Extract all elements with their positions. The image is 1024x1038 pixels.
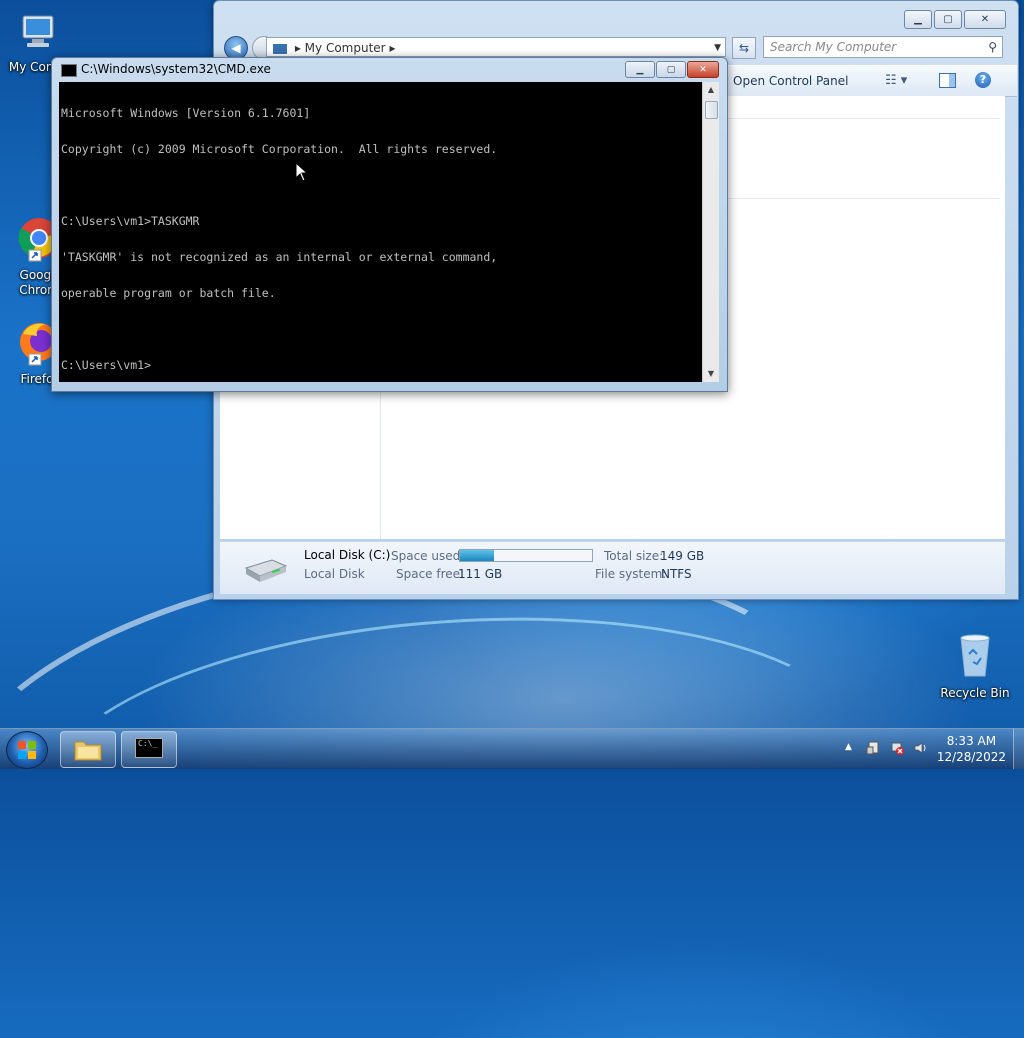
maximize-icon: ▢ bbox=[666, 64, 676, 75]
scroll-down-arrow-icon[interactable]: ▼ bbox=[703, 366, 719, 382]
start-button[interactable] bbox=[6, 731, 48, 769]
search-placeholder: Search My Computer bbox=[770, 40, 897, 54]
address-separator-icon: ▸ bbox=[294, 41, 305, 55]
refresh-button[interactable]: ⇆ bbox=[732, 37, 756, 59]
clock-date: 12/28/2022 bbox=[936, 750, 1006, 764]
file-system-label: File system: bbox=[595, 567, 667, 581]
space-used-fill bbox=[460, 550, 494, 561]
close-icon: ✕ bbox=[699, 64, 707, 75]
space-used-bar bbox=[459, 549, 593, 562]
address-separator-icon: ▸ bbox=[389, 41, 396, 55]
console-output[interactable]: Microsoft Windows [Version 6.1.7601] Cop… bbox=[59, 82, 702, 382]
cmd-window-title: C:\Windows\system32\CMD.exe bbox=[81, 62, 271, 76]
address-dropdown-icon[interactable]: ▼ bbox=[714, 38, 721, 58]
minimize-button[interactable]: ▁ bbox=[904, 10, 932, 29]
console-line: operable program or batch file. bbox=[61, 286, 276, 300]
close-icon: ✕ bbox=[980, 14, 990, 25]
address-text: My Computer bbox=[304, 41, 386, 55]
maximize-icon: ▢ bbox=[943, 14, 953, 25]
action-center-icon[interactable] bbox=[866, 741, 880, 755]
cmd-taskbar-icon: C:\_ bbox=[135, 738, 163, 758]
explorer-window-controls: ▁ ▢ ✕ bbox=[904, 10, 1006, 29]
search-input[interactable]: Search My Computer ⚲ bbox=[763, 36, 1003, 58]
search-icon: ⚲ bbox=[988, 40, 997, 54]
computer-small-icon bbox=[273, 43, 287, 54]
help-icon[interactable]: ? bbox=[975, 72, 991, 88]
volume-icon[interactable] bbox=[914, 741, 928, 755]
cmd-window-controls: ▁ ▢ ✕ bbox=[625, 61, 719, 78]
recycle-bin-icon bbox=[960, 634, 990, 677]
minimize-icon: ▁ bbox=[914, 14, 922, 25]
scroll-up-arrow-icon[interactable]: ▲ bbox=[703, 82, 719, 98]
view-options-icon[interactable]: ☷ ▾ bbox=[885, 73, 907, 88]
maximize-button[interactable]: ▢ bbox=[934, 10, 962, 29]
open-control-panel-button[interactable]: Open Control Panel bbox=[733, 74, 848, 88]
details-pane: Local Disk (C:) Local Disk Space used: S… bbox=[220, 541, 1005, 594]
console-line: Copyright (c) 2009 Microsoft Corporation… bbox=[61, 142, 498, 156]
total-size-value: 149 GB bbox=[660, 549, 705, 563]
system-clock[interactable]: 8:33 AM 12/28/2022 bbox=[937, 733, 1006, 765]
computer-icon bbox=[22, 15, 54, 47]
desktop-icon-label: Recycle Bin bbox=[940, 686, 1010, 700]
console-line: 'TASKGMR' is not recognized as an intern… bbox=[61, 250, 498, 264]
console-prompt: C:\Users\vm1> bbox=[61, 358, 152, 372]
clock-time: 8:33 AM bbox=[946, 734, 997, 748]
minimize-icon: ▁ bbox=[636, 64, 644, 75]
taskbar-cmd-button[interactable]: C:\_ bbox=[121, 731, 177, 768]
folder-icon bbox=[74, 741, 102, 761]
close-button[interactable]: ✕ bbox=[687, 61, 719, 78]
windows-logo-icon bbox=[18, 741, 36, 759]
minimize-button[interactable]: ▁ bbox=[625, 61, 655, 78]
total-size-label: Total size: bbox=[604, 549, 664, 563]
preview-pane-icon[interactable] bbox=[939, 73, 956, 88]
desktop-icon-recycle-bin[interactable]: Recycle Bin bbox=[938, 630, 1012, 701]
close-button[interactable]: ✕ bbox=[964, 10, 1006, 29]
space-free-label: Space free: bbox=[396, 567, 465, 581]
network-icon[interactable] bbox=[890, 741, 904, 755]
address-bar[interactable]: ▸ My Computer ▸ ▼ bbox=[266, 37, 726, 57]
space-used-label: Space used: bbox=[391, 549, 465, 563]
taskbar: C:\_ ▲ 8:33 AM 12/28/2022 bbox=[0, 728, 1024, 769]
console-scrollbar[interactable]: ▲ ▼ bbox=[702, 82, 719, 382]
show-desktop-button[interactable] bbox=[1013, 729, 1024, 769]
refresh-icon: ⇆ bbox=[738, 41, 750, 55]
console-line: Microsoft Windows [Version 6.1.7601] bbox=[61, 106, 311, 120]
drive-name: Local Disk (C:) bbox=[304, 548, 391, 562]
hard-drive-icon bbox=[244, 559, 288, 582]
show-hidden-icons-button[interactable]: ▲ bbox=[845, 742, 852, 752]
space-free-value: 111 GB bbox=[458, 567, 503, 581]
console-line: C:\Users\vm1>TASKGMR bbox=[61, 214, 200, 228]
cmd-window[interactable]: C:\Windows\system32\CMD.exe ▁ ▢ ✕ Micros… bbox=[51, 57, 728, 392]
back-arrow-icon: ◀ bbox=[231, 41, 241, 55]
maximize-button[interactable]: ▢ bbox=[656, 61, 686, 78]
taskbar-explorer-button[interactable] bbox=[60, 731, 116, 768]
mouse-cursor-icon bbox=[295, 162, 309, 182]
scrollbar-thumb[interactable] bbox=[705, 101, 718, 119]
cmd-app-icon[interactable] bbox=[61, 64, 77, 77]
drive-type: Local Disk bbox=[304, 567, 365, 581]
file-system-value: NTFS bbox=[661, 567, 692, 581]
